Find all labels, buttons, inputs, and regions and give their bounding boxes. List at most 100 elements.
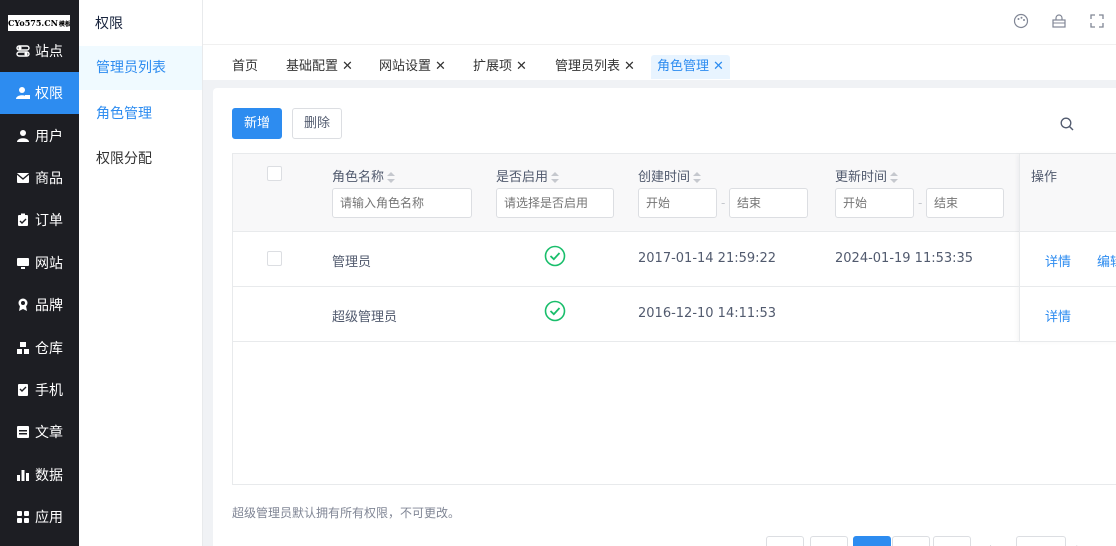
rail-item-website[interactable]: 网站 [0,242,79,284]
updated-range-dash: - [918,196,923,210]
rail-item-goods[interactable]: 商品 [0,157,79,199]
tab-extensions-label: 扩展项 [473,59,513,74]
page-jump-button[interactable] [933,536,971,546]
rail-item-data[interactable]: 数据 [0,454,79,496]
column-created-label: 创建时间 [638,170,691,185]
table-row: 管理员 2017-01-14 21:59:22 2024-01-19 11:53… [233,232,1116,287]
detail-link[interactable]: 详情 [1045,251,1071,270]
palette-icon[interactable] [1013,13,1029,29]
rail-item-order[interactable]: 订单 [0,199,79,241]
rail-item-site[interactable]: 站点 [0,30,79,72]
edit-link[interactable]: 编辑 [1097,251,1116,270]
enabled-filter-select[interactable] [496,188,614,218]
sort-icon[interactable] [693,171,702,184]
column-role-name-label: 角色名称 [332,170,385,185]
main-rail: CYo575.CN模板 站点 权限 用户 商品 订单 网站 品牌 仓库 手机 文… [0,0,79,546]
subnav-item-role-management[interactable]: 角色管理 [79,92,202,136]
rail-item-brand[interactable]: 品牌 [0,284,79,326]
check-circle-icon [544,300,566,322]
article-icon [16,425,30,439]
row-checkbox[interactable] [267,251,282,266]
close-icon[interactable]: ✕ [435,59,446,74]
column-role-name[interactable]: 角色名称 [332,166,396,185]
monitor-icon [16,256,30,270]
rail-label-order: 订单 [35,213,63,229]
phone-icon [16,383,30,397]
page-tabs: 首页 基础配置 ✕ 网站设置 ✕ 扩展项 ✕ 管理员列表 ✕ 角色管理 ✕ [203,45,1116,80]
tab-basic-config[interactable]: 基础配置 ✕ [280,55,359,79]
apps-icon [16,510,30,524]
table-header: 角色名称 是否启用 创建时间 更新时间 - - [233,154,1116,232]
subnav-title: 权限 [95,16,123,32]
role-name-filter-input[interactable] [332,188,472,218]
check-circle-icon [544,245,566,267]
close-icon[interactable]: ✕ [342,59,353,74]
column-updated-label: 更新时间 [835,170,888,185]
updated-start-input[interactable] [835,188,914,218]
role-name-cell: 超级管理员 [332,310,398,325]
subnav-item-admin-list[interactable]: 管理员列表 [79,46,202,90]
created-end-input[interactable] [729,188,808,218]
page-placeholder-button[interactable] [810,536,848,546]
created-start-input[interactable] [638,188,717,218]
rail-label-goods: 商品 [35,171,63,187]
search-icon[interactable] [1059,116,1075,132]
tab-role-management[interactable]: 角色管理 ✕ [651,55,730,79]
column-actions: 操作 [1031,170,1058,185]
tab-home[interactable]: 首页 [226,55,264,79]
prev-page-button[interactable] [766,536,804,546]
award-icon [16,298,30,312]
page-button-current[interactable]: 1 [853,536,891,546]
created-range-dash: - [721,196,726,210]
mail-icon [16,171,30,185]
rail-label-brand: 品牌 [35,298,63,314]
logo: CYo575.CN模板 [8,15,70,31]
bar-chart-icon [16,468,30,482]
close-icon[interactable]: ✕ [624,59,635,74]
rail-label-article: 文章 [35,425,63,441]
rail-label-phone: 手机 [35,383,63,399]
rail-item-phone[interactable]: 手机 [0,369,79,411]
close-icon[interactable]: ✕ [516,59,527,74]
warehouse-icon [16,341,30,355]
next-page-button[interactable] [892,536,930,546]
rail-item-apps[interactable]: 应用 [0,496,79,538]
subnav-item-permission-assign[interactable]: 权限分配 [79,137,202,181]
tab-site-settings[interactable]: 网站设置 ✕ [373,55,452,79]
logo-small-text: 模板 [58,21,70,28]
user-icon [16,129,30,143]
select-all-checkbox[interactable] [267,166,282,181]
tab-extensions[interactable]: 扩展项 ✕ [467,55,533,79]
rail-label-user: 用户 [35,129,63,145]
fullscreen-icon[interactable] [1089,13,1105,29]
rail-item-article[interactable]: 文章 [0,411,79,453]
rail-item-warehouse[interactable]: 仓库 [0,327,79,369]
column-created-time[interactable]: 创建时间 [638,166,702,185]
tab-admin-list[interactable]: 管理员列表 ✕ [549,55,641,79]
column-updated-time[interactable]: 更新时间 [835,166,899,185]
rail-label-permission: 权限 [35,86,63,102]
sub-sidebar: 权限 管理员列表 角色管理 权限分配 [79,0,203,546]
updated-end-input[interactable] [926,188,1004,218]
footer-note: 超级管理员默认拥有所有权限，不可更改。 [232,506,461,520]
tab-basic-config-label: 基础配置 [286,59,339,74]
sort-icon[interactable] [551,171,560,184]
delete-button[interactable]: 删除 [292,108,342,139]
rail-label-website: 网站 [35,256,63,272]
rail-item-permission[interactable]: 权限 [0,72,79,114]
sort-icon[interactable] [387,171,396,184]
add-button[interactable]: 新增 [232,108,282,139]
clipboard-icon [16,213,30,227]
close-icon[interactable]: ✕ [713,59,724,74]
detail-link[interactable]: 详情 [1045,306,1071,325]
sort-icon[interactable] [890,171,899,184]
lock-screen-icon[interactable] [1051,13,1067,29]
column-enabled[interactable]: 是否启用 [496,166,560,185]
content-card: 新增 删除 角色名称 是否启用 创建时间 更新时间 - - 操作 管理员 201… [213,88,1116,546]
role-name-cell: 管理员 [332,255,372,270]
top-header [203,0,1116,45]
per-page-select[interactable]: 10 [1016,536,1066,546]
rail-item-user[interactable]: 用户 [0,115,79,157]
table-row: 超级管理员 2016-12-10 14:11:53 详情 [233,287,1116,342]
user-lock-icon [16,86,30,100]
